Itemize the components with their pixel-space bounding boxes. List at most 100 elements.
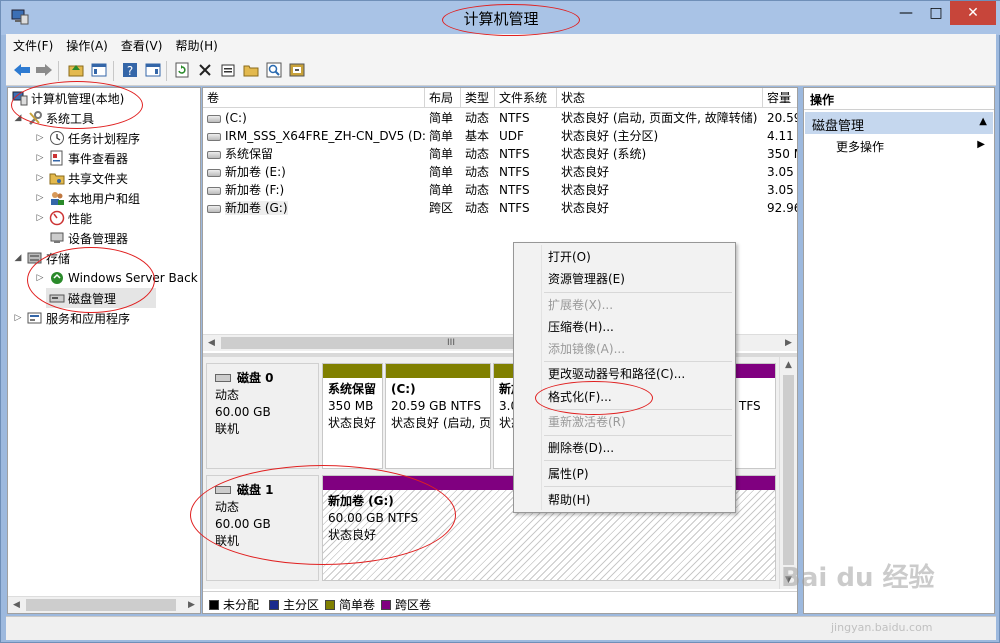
disk-view-vertical-scrollbar[interactable]: ▲ ▼ xyxy=(779,357,796,589)
partition-system-reserved[interactable]: 系统保留 350 MB 状态良好 xyxy=(322,363,383,469)
disk-0-label[interactable]: 磁盘 0 动态 60.00 GB 联机 xyxy=(206,363,319,469)
open-button[interactable] xyxy=(241,60,261,80)
column-header-volume[interactable]: 卷 xyxy=(203,88,425,108)
scroll-left-icon[interactable]: ◀ xyxy=(8,597,25,613)
menu-item-change-drive-letter[interactable]: 更改驱动器号和路径(C)... xyxy=(548,364,685,384)
tree-item-system-tools[interactable]: ◢ 系统工具 xyxy=(12,108,94,128)
column-header-filesystem[interactable]: 文件系统 xyxy=(495,88,557,108)
show-hide-tree-button[interactable] xyxy=(89,60,109,80)
menu-item-open[interactable]: 打开(O) xyxy=(548,247,591,267)
table-row[interactable]: 新加卷 (E:) 简单 动态 NTFS 状态良好 3.05 ( xyxy=(203,163,797,181)
scroll-up-icon[interactable]: ▲ xyxy=(780,357,797,374)
partition-c[interactable]: (C:) 20.59 GB NTFS 状态良好 (启动, 页 xyxy=(385,363,491,469)
cell-type: 动态 xyxy=(465,201,490,215)
refresh-icon xyxy=(175,62,189,78)
more-actions-item[interactable]: 更多操作 ▶ xyxy=(805,137,993,157)
table-row[interactable]: 新加卷 (F:) 简单 动态 NTFS 状态良好 3.05 ( xyxy=(203,181,797,199)
collapse-icon[interactable]: ◢ xyxy=(12,253,24,263)
tree-item-computer-management[interactable]: 计算机管理(本地) xyxy=(12,88,124,108)
help-button[interactable]: ? xyxy=(120,60,140,80)
properties-button[interactable] xyxy=(218,60,238,80)
expand-icon[interactable]: ▷ xyxy=(34,193,46,203)
tree-horizontal-scrollbar[interactable]: ◀ ▶ xyxy=(8,596,200,613)
collapse-up-icon[interactable]: ▲ xyxy=(979,116,987,127)
tree-item-windows-server-backup[interactable]: ▷ Windows Server Back xyxy=(34,268,198,288)
svg-text:?: ? xyxy=(127,64,133,78)
tree-item-storage[interactable]: ◢ 存储 xyxy=(12,248,70,268)
more-actions-label: 更多操作 xyxy=(836,140,885,154)
event-viewer-icon xyxy=(49,150,65,166)
tree-item-event-viewer[interactable]: ▷ 事件查看器 xyxy=(34,148,128,168)
menu-item-extend-volume[interactable]: 扩展卷(X)... xyxy=(548,295,613,315)
table-row[interactable]: IRM_SSS_X64FRE_ZH-CN_DV5 (D:) 简单 基本 UDF … xyxy=(203,127,797,145)
show-hide-action-pane-button[interactable] xyxy=(143,60,163,80)
tree-item-services-apps[interactable]: ▷ 服务和应用程序 xyxy=(12,308,130,328)
disk-1-label[interactable]: 磁盘 1 动态 60.00 GB 联机 xyxy=(206,475,319,581)
column-header-layout[interactable]: 布局 xyxy=(425,88,461,108)
menu-help[interactable]: 帮助(H) xyxy=(168,34,223,56)
volume-icon xyxy=(207,186,221,195)
close-button[interactable]: ✕ xyxy=(950,1,996,25)
menu-item-explorer[interactable]: 资源管理器(E) xyxy=(548,269,625,289)
export-button[interactable] xyxy=(287,60,307,80)
delete-button[interactable] xyxy=(195,60,215,80)
disk-state: 联机 xyxy=(215,534,240,548)
partition-status: 状态良好 xyxy=(328,528,377,542)
search-button[interactable] xyxy=(264,60,284,80)
expand-icon[interactable]: ▷ xyxy=(34,173,46,183)
column-header-capacity[interactable]: 容量 xyxy=(763,88,797,108)
scroll-right-icon[interactable]: ▶ xyxy=(183,597,200,613)
refresh-button[interactable] xyxy=(172,60,192,80)
menu-view[interactable]: 查看(V) xyxy=(114,34,169,56)
expand-icon[interactable]: ▷ xyxy=(34,153,46,163)
menu-file[interactable]: 文件(F) xyxy=(6,34,59,56)
expand-icon[interactable]: ▷ xyxy=(12,313,24,323)
column-header-type[interactable]: 类型 xyxy=(461,88,495,108)
volume-icon xyxy=(207,114,221,123)
menu-item-help[interactable]: 帮助(H) xyxy=(548,490,590,510)
cell-capacity: 350 M xyxy=(767,147,797,161)
actions-section-disk-management[interactable]: 磁盘管理 ▲ xyxy=(805,112,993,134)
context-menu: 打开(O) 资源管理器(E) 扩展卷(X)... 压缩卷(H)... 添加镜像(… xyxy=(513,242,736,513)
expand-icon[interactable]: ▷ xyxy=(34,133,46,143)
table-row[interactable]: 新加卷 (G:) 跨区 动态 NTFS 状态良好 92.96 xyxy=(203,199,797,217)
table-row[interactable]: 系统保留 简单 动态 NTFS 状态良好 (系统) 350 M xyxy=(203,145,797,163)
tree-item-local-users[interactable]: ▷ 本地用户和组 xyxy=(34,188,140,208)
tree-item-shared-folders[interactable]: ▷ 共享文件夹 xyxy=(34,168,128,188)
scroll-right-icon[interactable]: ▶ xyxy=(780,335,797,352)
menu-bar: 文件(F) 操作(A) 查看(V) 帮助(H) xyxy=(6,34,996,56)
column-header-status[interactable]: 状态 xyxy=(557,88,763,108)
tree-item-disk-management[interactable]: 磁盘管理 xyxy=(46,288,156,308)
menu-item-format[interactable]: 格式化(F)... xyxy=(548,387,612,407)
cell-volume: 新加卷 (G:) xyxy=(225,201,288,215)
menu-item-properties[interactable]: 属性(P) xyxy=(548,464,589,484)
back-button[interactable] xyxy=(12,60,32,80)
collapse-icon[interactable]: ◢ xyxy=(12,113,24,123)
table-row[interactable]: (C:) 简单 动态 NTFS 状态良好 (启动, 页面文件, 故障转储) 20… xyxy=(203,109,797,127)
expand-icon[interactable]: ▷ xyxy=(34,273,46,283)
menu-item-delete-volume[interactable]: 删除卷(D)... xyxy=(548,438,614,458)
forward-button[interactable] xyxy=(34,60,54,80)
cell-capacity: 3.05 ( xyxy=(767,165,797,179)
menu-item-add-mirror[interactable]: 添加镜像(A)... xyxy=(548,339,625,359)
shared-folder-icon xyxy=(49,170,65,186)
expand-icon[interactable]: ▷ xyxy=(34,213,46,223)
maximize-button[interactable]: □ xyxy=(921,1,951,25)
up-button[interactable] xyxy=(66,60,86,80)
tree-item-performance[interactable]: ▷ 性能 xyxy=(34,208,92,228)
legend-label: 主分区 xyxy=(283,598,320,612)
legend-label: 简单卷 xyxy=(339,598,376,612)
tree-item-device-manager[interactable]: 设备管理器 xyxy=(46,228,128,248)
scroll-thumb[interactable] xyxy=(783,375,794,565)
title-bar[interactable]: 计算机管理 — □ ✕ xyxy=(1,1,1000,35)
tree-item-task-scheduler[interactable]: ▷ 任务计划程序 xyxy=(34,128,140,148)
minimize-button[interactable]: — xyxy=(891,1,921,25)
menu-item-shrink-volume[interactable]: 压缩卷(H)... xyxy=(548,317,614,337)
disk-icon xyxy=(215,374,231,382)
menu-action[interactable]: 操作(A) xyxy=(59,34,114,56)
cell-type: 基本 xyxy=(465,129,490,143)
menu-item-reactivate-volume[interactable]: 重新激活卷(R) xyxy=(548,412,626,432)
tree-label: 服务和应用程序 xyxy=(46,311,131,326)
scroll-left-icon[interactable]: ◀ xyxy=(203,335,220,352)
scroll-thumb[interactable] xyxy=(26,599,176,611)
